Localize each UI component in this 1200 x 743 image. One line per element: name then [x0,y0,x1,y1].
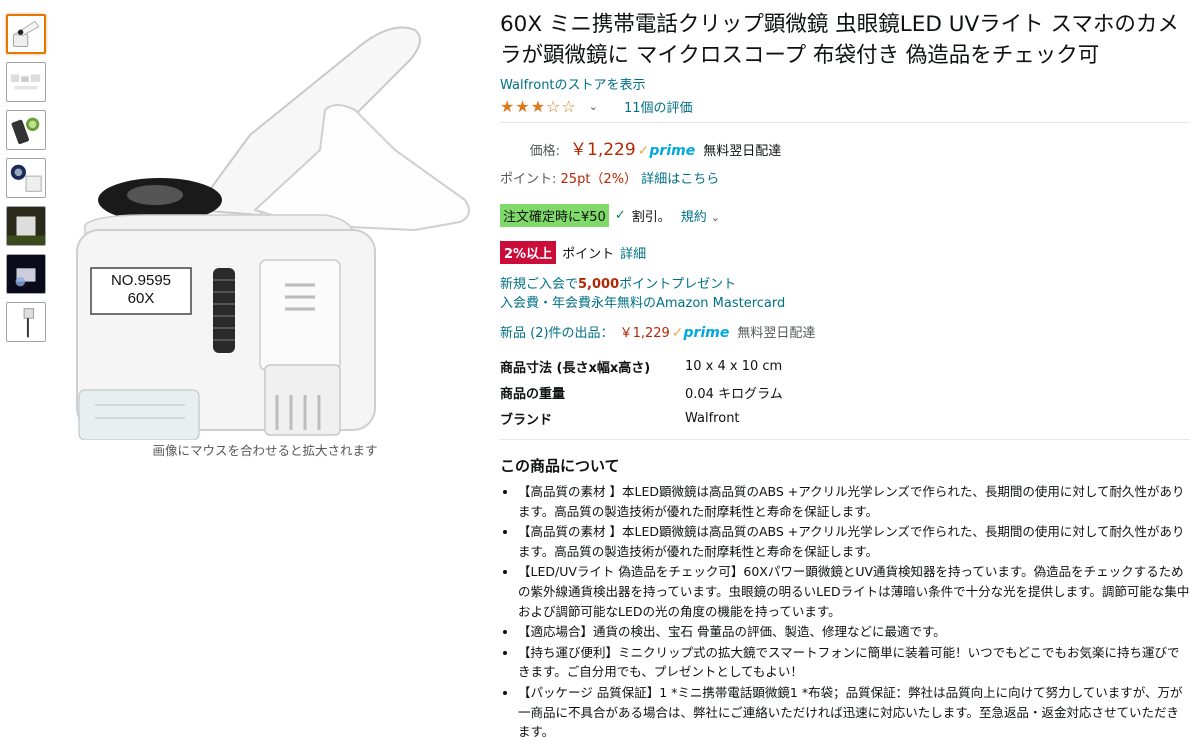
thumbnail-1[interactable] [6,14,46,54]
spec-value: Walfront [685,410,740,426]
new-offers-price: ￥1,229 [619,326,670,341]
spec-row: ブランド Walfront [500,405,1190,431]
points-details-link[interactable]: 詳細はこちら [641,172,719,187]
about-bullet: 【高品質の素材 】本LED顕微鏡は高品質のABS +アクリル光学レンズで作られた… [518,482,1190,521]
discount-text: 割引。 [631,210,671,225]
star-rating-icon[interactable]: ★★★☆☆ [500,97,577,116]
prime-icon: ✓prime [637,143,696,159]
price-row: 価格: ￥1,229 ✓prime 無料翌日配達 [500,135,1190,160]
points-label: ポイント: [500,172,557,187]
product-title: 60X ミニ携帯電話クリップ顕微鏡 虫眼鏡LED UVライト スマホのカメラが顕… [500,12,1179,68]
thumbnail-2[interactable] [6,62,46,102]
spec-value: 0.04 キログラム [685,386,783,402]
spec-key: 商品の重量 [500,386,566,402]
coupon-badge: 注文確定時に¥50 [500,204,609,227]
spec-row: 商品の重量 0.04 キログラム [500,379,1190,405]
about-bullet: 【パッケージ 品質保証】1 *ミニ携帯電話顕微鏡1 *布袋；品質保証：弊社は品質… [518,683,1190,742]
card-offer-line2-link[interactable]: 入会費・年会費永年無料のAmazon Mastercard [500,296,785,311]
spec-value: 10 x 4 x 10 cm [685,358,783,374]
spec-row: 商品寸法 (長さx幅x高さ) 10 x 4 x 10 cm [500,353,1190,379]
points-promo-details-link[interactable]: 詳細 [620,243,646,262]
zoom-hint: 画像にマウスを合わせると拡大されます [152,443,378,458]
card-offer-line1-link[interactable]: 新規ご入会で5,000ポイントプレゼント [500,277,736,292]
new-offers-delivery: 無料翌日配達 [737,326,816,341]
thumbnail-5[interactable] [6,206,46,246]
about-bullet: 【持ち運び便利】ミニクリップ式の拡大鏡でスマートフォンに簡単に装着可能！いつでも… [518,643,1190,682]
store-link[interactable]: Walfrontのストアを表示 [500,78,646,93]
about-heading: この商品について [500,457,620,475]
check-icon: ✓ [614,208,626,223]
thumbnail-7[interactable] [6,302,46,342]
terms-chevron-icon: ⌄ [710,211,721,224]
about-bullet: 【LED/UVライト 偽造品をチェック可】60Xパワー顕微鏡とUV通貨検知器を持… [518,562,1190,621]
divider [500,439,1190,440]
coupon-row: 注文確定時に¥50 ✓ 割引。 規約 ⌄ [500,204,1190,227]
main-product-image[interactable]: NO.9595 60X [55,10,475,441]
spec-table: 商品寸法 (長さx幅x高さ) 10 x 4 x 10 cm 商品の重量 0.04… [500,353,1190,431]
delivery-text: 無料翌日配達 [703,144,782,159]
device-label-magnification: 60X [127,290,155,307]
points-percent-badge: 2%以上 [500,241,557,264]
rating-chevron-down-icon[interactable]: ⌄ [589,100,598,113]
points-value: 25pt（2%） [560,172,638,187]
points-promo-row: 2%以上 ポイント 詳細 [500,241,1190,264]
points-row: ポイント: 25pt（2%） 詳細はこちら [500,168,1190,187]
points-promo-text: ポイント [562,247,615,262]
new-offers-link[interactable]: 新品 (2)件の出品： [500,322,614,341]
prime-icon: ✓prime [671,325,730,341]
card-offer: 新規ご入会で5,000ポイントプレゼント 入会費・年会費永年無料のAmazon … [500,275,1190,313]
divider [500,122,1190,123]
thumbnail-3[interactable] [6,110,46,150]
thumbnail-6[interactable] [6,254,46,294]
terms-link[interactable]: 規約 ⌄ [681,206,720,225]
rating-row: ★★★☆☆ ⌄ 11個の評価 [500,97,1190,116]
about-list: 【高品質の素材 】本LED顕微鏡は高品質のABS +アクリル光学レンズで作られた… [500,482,1190,742]
device-label-model: NO.9595 [110,272,172,289]
spec-key: 商品寸法 (長さx幅x高さ) [500,360,651,376]
product-details: 60X ミニ携帯電話クリップ顕微鏡 虫眼鏡LED UVライト スマホのカメラが顕… [500,0,1190,743]
new-offers-row: 新品 (2)件の出品： ￥1,229 ✓prime 無料翌日配達 [500,322,1190,341]
about-bullet: 【適応場合】通貨の検出、宝石 骨董品の評価、製造、修理などに最適です。 [518,622,1190,642]
thumbnail-strip [6,14,48,350]
rating-count-link[interactable]: 11個の評価 [624,97,693,116]
price-value: ￥1,229 [570,140,636,160]
spec-key: ブランド [500,412,553,428]
price-label: 価格: [529,144,560,159]
about-bullet: 【高品質の素材 】本LED顕微鏡は高品質のABS +アクリル光学レンズで作られた… [518,522,1190,561]
thumbnail-4[interactable] [6,158,46,198]
